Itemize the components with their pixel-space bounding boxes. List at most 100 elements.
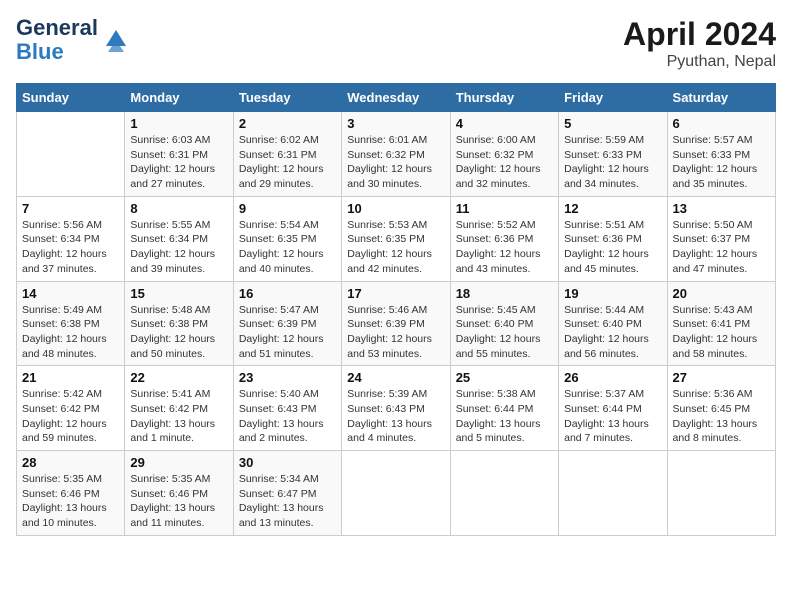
day-number: 24 (347, 370, 444, 385)
day-info: Sunrise: 5:57 AMSunset: 6:33 PMDaylight:… (673, 133, 770, 192)
calendar-cell: 1Sunrise: 6:03 AMSunset: 6:31 PMDaylight… (125, 112, 233, 197)
weekday-header: Monday (125, 84, 233, 112)
calendar-cell (342, 451, 450, 536)
day-number: 19 (564, 286, 661, 301)
calendar-cell: 3 Sunrise: 6:01 AMSunset: 6:32 PMDaylight… (342, 112, 450, 197)
day-info: Sunrise: 5:41 AMSunset: 6:42 PMDaylight:… (130, 387, 227, 446)
day-number: 3 (347, 116, 444, 131)
calendar-cell: 13 Sunrise: 5:50 AMSunset: 6:37 PMDayligh… (667, 196, 775, 281)
calendar-cell: 11 Sunrise: 5:52 AMSunset: 6:36 PMDayligh… (450, 196, 558, 281)
logo: GeneralBlue (16, 16, 130, 64)
day-info: Sunrise: 5:39 AMSunset: 6:43 PMDaylight:… (347, 387, 444, 446)
day-number: 27 (673, 370, 770, 385)
day-number: 1 (130, 116, 227, 131)
calendar-cell: 27 Sunrise: 5:36 AMSunset: 6:45 PMDayligh… (667, 366, 775, 451)
weekday-row: SundayMondayTuesdayWednesdayThursdayFrid… (17, 84, 776, 112)
day-info: Sunrise: 5:36 AMSunset: 6:45 PMDaylight:… (673, 387, 770, 446)
calendar-cell: 7Sunrise: 5:56 AMSunset: 6:34 PMDaylight… (17, 196, 125, 281)
calendar-cell (450, 451, 558, 536)
day-number: 22 (130, 370, 227, 385)
day-info: Sunrise: 5:59 AMSunset: 6:33 PMDaylight:… (564, 133, 661, 192)
calendar-cell: 18Sunrise: 5:45 AMSunset: 6:40 PMDayligh… (450, 281, 558, 366)
day-info: Sunrise: 5:51 AMSunset: 6:36 PMDaylight:… (564, 218, 661, 277)
calendar-table: SundayMondayTuesdayWednesdayThursdayFrid… (16, 83, 776, 536)
day-info: Sunrise: 6:02 AMSunset: 6:31 PMDaylight:… (239, 133, 336, 192)
day-number: 10 (347, 201, 444, 216)
day-number: 15 (130, 286, 227, 301)
calendar-cell: 26 Sunrise: 5:37 AMSunset: 6:44 PMDayligh… (559, 366, 667, 451)
day-number: 5 (564, 116, 661, 131)
day-number: 13 (673, 201, 770, 216)
day-number: 4 (456, 116, 553, 131)
day-info: Sunrise: 5:46 AMSunset: 6:39 PMDaylight:… (347, 303, 444, 362)
weekday-header: Tuesday (233, 84, 341, 112)
location: Pyuthan, Nepal (623, 53, 776, 71)
day-number: 20 (673, 286, 770, 301)
logo-icon (102, 26, 130, 54)
day-number: 16 (239, 286, 336, 301)
day-info: Sunrise: 5:44 AMSunset: 6:40 PMDaylight:… (564, 303, 661, 362)
calendar-cell: 30 Sunrise: 5:34 AMSunset: 6:47 PMDayligh… (233, 451, 341, 536)
calendar-cell: 9 Sunrise: 5:54 AMSunset: 6:35 PMDaylight… (233, 196, 341, 281)
day-number: 11 (456, 201, 553, 216)
calendar-cell: 15 Sunrise: 5:48 AMSunset: 6:38 PMDayligh… (125, 281, 233, 366)
calendar-cell: 22 Sunrise: 5:41 AMSunset: 6:42 PMDayligh… (125, 366, 233, 451)
calendar-cell: 2 Sunrise: 6:02 AMSunset: 6:31 PMDaylight… (233, 112, 341, 197)
day-info: Sunrise: 5:55 AMSunset: 6:34 PMDaylight:… (130, 218, 227, 277)
calendar-cell (17, 112, 125, 197)
day-info: Sunrise: 5:54 AMSunset: 6:35 PMDaylight:… (239, 218, 336, 277)
day-info: Sunrise: 5:48 AMSunset: 6:38 PMDaylight:… (130, 303, 227, 362)
day-info: Sunrise: 5:34 AMSunset: 6:47 PMDaylight:… (239, 472, 336, 531)
weekday-header: Saturday (667, 84, 775, 112)
weekday-header: Wednesday (342, 84, 450, 112)
day-info: Sunrise: 5:43 AMSunset: 6:41 PMDaylight:… (673, 303, 770, 362)
calendar-cell (559, 451, 667, 536)
day-number: 2 (239, 116, 336, 131)
day-number: 8 (130, 201, 227, 216)
day-number: 6 (673, 116, 770, 131)
calendar-week-row: 14 Sunrise: 5:49 AMSunset: 6:38 PMDayligh… (17, 281, 776, 366)
day-info: Sunrise: 5:42 AMSunset: 6:42 PMDaylight:… (22, 387, 119, 446)
calendar-week-row: 1Sunrise: 6:03 AMSunset: 6:31 PMDaylight… (17, 112, 776, 197)
weekday-header: Thursday (450, 84, 558, 112)
weekday-header: Sunday (17, 84, 125, 112)
day-info: Sunrise: 5:35 AMSunset: 6:46 PMDaylight:… (130, 472, 227, 531)
calendar-cell: 28Sunrise: 5:35 AMSunset: 6:46 PMDayligh… (17, 451, 125, 536)
day-info: Sunrise: 5:50 AMSunset: 6:37 PMDaylight:… (673, 218, 770, 277)
calendar-cell: 19 Sunrise: 5:44 AMSunset: 6:40 PMDayligh… (559, 281, 667, 366)
calendar-cell: 25 Sunrise: 5:38 AMSunset: 6:44 PMDayligh… (450, 366, 558, 451)
day-info: Sunrise: 5:38 AMSunset: 6:44 PMDaylight:… (456, 387, 553, 446)
day-info: Sunrise: 5:40 AMSunset: 6:43 PMDaylight:… (239, 387, 336, 446)
calendar-cell: 8 Sunrise: 5:55 AMSunset: 6:34 PMDaylight… (125, 196, 233, 281)
calendar-cell: 17 Sunrise: 5:46 AMSunset: 6:39 PMDayligh… (342, 281, 450, 366)
calendar-week-row: 7Sunrise: 5:56 AMSunset: 6:34 PMDaylight… (17, 196, 776, 281)
day-info: Sunrise: 5:37 AMSunset: 6:44 PMDaylight:… (564, 387, 661, 446)
day-info: Sunrise: 5:35 AMSunset: 6:46 PMDaylight:… (22, 472, 119, 531)
day-info: Sunrise: 5:56 AMSunset: 6:34 PMDaylight:… (22, 218, 119, 277)
day-number: 17 (347, 286, 444, 301)
calendar-cell: 6 Sunrise: 5:57 AMSunset: 6:33 PMDaylight… (667, 112, 775, 197)
day-number: 26 (564, 370, 661, 385)
calendar-cell: 5 Sunrise: 5:59 AMSunset: 6:33 PMDaylight… (559, 112, 667, 197)
day-info: Sunrise: 5:52 AMSunset: 6:36 PMDaylight:… (456, 218, 553, 277)
day-number: 18 (456, 286, 553, 301)
day-info: Sunrise: 5:53 AMSunset: 6:35 PMDaylight:… (347, 218, 444, 277)
day-number: 30 (239, 455, 336, 470)
day-number: 25 (456, 370, 553, 385)
calendar-week-row: 28Sunrise: 5:35 AMSunset: 6:46 PMDayligh… (17, 451, 776, 536)
calendar-cell: 24 Sunrise: 5:39 AMSunset: 6:43 PMDayligh… (342, 366, 450, 451)
calendar-cell: 16Sunrise: 5:47 AMSunset: 6:39 PMDayligh… (233, 281, 341, 366)
weekday-header: Friday (559, 84, 667, 112)
day-number: 12 (564, 201, 661, 216)
day-info: Sunrise: 6:01 AMSunset: 6:32 PMDaylight:… (347, 133, 444, 192)
calendar-cell: 20 Sunrise: 5:43 AMSunset: 6:41 PMDayligh… (667, 281, 775, 366)
title-block: April 2024 Pyuthan, Nepal (623, 16, 776, 71)
day-number: 9 (239, 201, 336, 216)
day-info: Sunrise: 5:49 AMSunset: 6:38 PMDaylight:… (22, 303, 119, 362)
day-number: 29 (130, 455, 227, 470)
day-number: 21 (22, 370, 119, 385)
day-number: 14 (22, 286, 119, 301)
calendar-body: 1Sunrise: 6:03 AMSunset: 6:31 PMDaylight… (17, 112, 776, 536)
calendar-cell: 12 Sunrise: 5:51 AMSunset: 6:36 PMDayligh… (559, 196, 667, 281)
calendar-cell: 14 Sunrise: 5:49 AMSunset: 6:38 PMDayligh… (17, 281, 125, 366)
